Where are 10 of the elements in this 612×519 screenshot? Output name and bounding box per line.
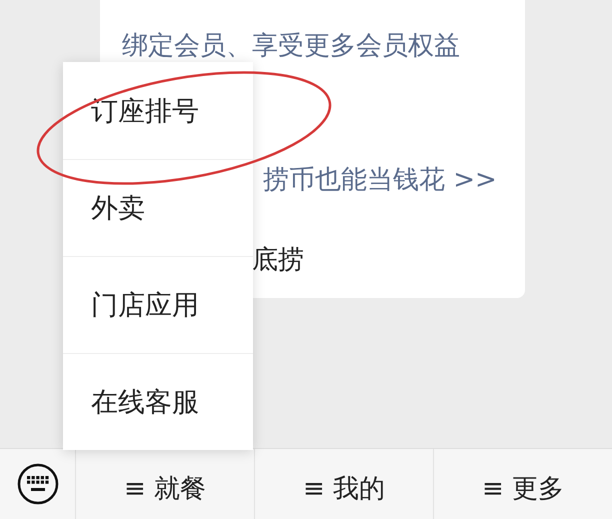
menu-item[interactable]: 外卖 <box>63 159 253 256</box>
menu-item[interactable]: 门店应用 <box>63 256 253 353</box>
menu-tab[interactable]: ≡ 更多 <box>433 449 612 519</box>
card-text: 绑定会员、享受更多会员权益 <box>122 30 460 62</box>
menu-item[interactable]: 在线客服 <box>63 353 253 450</box>
menu-item[interactable]: 订座排号 <box>63 62 253 159</box>
keyboard-icon[interactable] <box>16 463 58 505</box>
card-text[interactable]: 捞币也能当钱花 >> <box>263 164 497 196</box>
menu-tab[interactable]: ≡ 我的 <box>254 449 433 519</box>
card-text: 底捞 <box>252 244 304 276</box>
